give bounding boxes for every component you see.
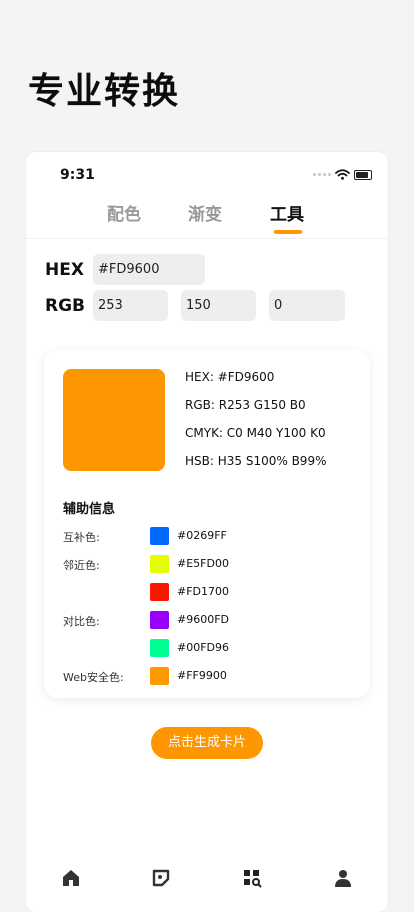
tab-gradient[interactable]: 渐变 xyxy=(188,200,222,225)
tab-profile[interactable] xyxy=(323,868,363,898)
rgb-r-input[interactable]: 253 xyxy=(93,290,168,321)
aux-swatch xyxy=(150,639,169,657)
aux-swatch xyxy=(150,527,169,545)
aux-label-contrast: 对比色: xyxy=(63,615,100,628)
aux-code: #9600FD xyxy=(177,613,230,626)
tab-home[interactable] xyxy=(51,868,91,898)
signal-icon xyxy=(313,173,331,176)
hex-code-text: HEX: #FD9600 xyxy=(185,370,275,384)
aux-code: #FD1700 xyxy=(177,585,230,598)
wifi-icon xyxy=(335,169,350,180)
grid-search-icon xyxy=(244,870,262,888)
promo-title: 专业转换 xyxy=(28,71,181,112)
user-icon xyxy=(335,870,351,887)
color-swatch-large xyxy=(63,369,165,471)
rgb-b-input[interactable]: 0 xyxy=(269,290,345,321)
cmyk-code-text: CMYK: C0 M40 Y100 K0 xyxy=(185,426,326,440)
aux-code: #E5FD00 xyxy=(177,557,229,570)
home-icon xyxy=(63,870,79,886)
aux-label-complementary: 互补色: xyxy=(63,531,100,544)
aux-code: #00FD96 xyxy=(177,641,230,654)
tab-palette[interactable]: 配色 xyxy=(107,200,141,225)
hex-input[interactable]: #FD9600 xyxy=(93,254,205,285)
rgb-g-input[interactable]: 150 xyxy=(181,290,256,321)
tab-tools[interactable]: 工具 xyxy=(270,200,304,225)
palette-icon xyxy=(152,869,170,887)
aux-swatch xyxy=(150,611,169,629)
aux-info-title: 辅助信息 xyxy=(63,502,116,517)
tab-bar-top: 配色 渐变 工具 xyxy=(26,196,388,239)
status-time: 9:31 xyxy=(60,167,95,183)
battery-icon xyxy=(354,169,372,180)
tab-tools-nav[interactable] xyxy=(232,868,272,898)
aux-code: #0269FF xyxy=(177,529,227,542)
color-result-card: HEX: #FD9600 RGB: R253 G150 B0 CMYK: C0 … xyxy=(44,350,370,698)
aux-swatch xyxy=(150,555,169,573)
status-bar: 9:31 xyxy=(26,152,388,196)
aux-swatch xyxy=(150,583,169,601)
aux-label-web-safe: Web安全色: xyxy=(63,671,124,684)
aux-label-analogous: 邻近色: xyxy=(63,559,100,572)
tab-palette-nav[interactable] xyxy=(141,868,181,898)
aux-code: #FF9900 xyxy=(177,669,227,682)
rgb-code-text: RGB: R253 G150 B0 xyxy=(185,398,306,412)
hex-label: HEX xyxy=(45,260,84,280)
rgb-label: RGB xyxy=(45,296,86,316)
bottom-tab-bar xyxy=(26,858,388,912)
status-icons xyxy=(313,169,372,180)
tab-active-indicator xyxy=(274,230,302,234)
phone-screen: 9:31 配色 渐变 工具 HEX #FD9600 RGB 253 150 0 … xyxy=(26,152,388,912)
generate-card-button[interactable]: 点击生成卡片 xyxy=(151,727,263,759)
hsb-code-text: HSB: H35 S100% B99% xyxy=(185,454,327,468)
aux-swatch xyxy=(150,667,169,685)
